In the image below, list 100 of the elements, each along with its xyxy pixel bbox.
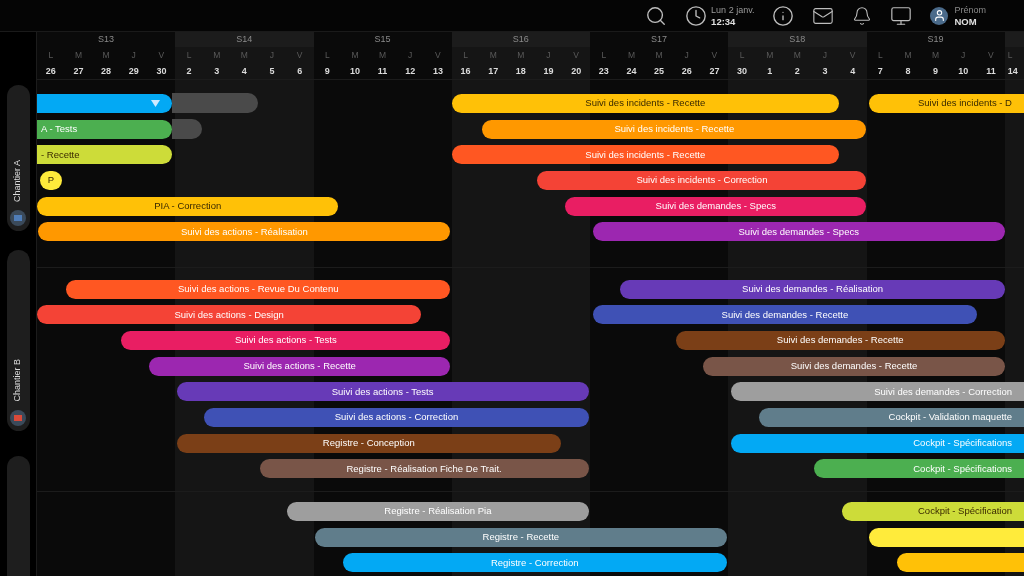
weekday-letter: M [489, 49, 497, 62]
task-bar[interactable]: Suivi des actions - Tests [176, 382, 589, 402]
task-bar[interactable]: Suivi des incidents - Recette [451, 94, 839, 113]
avatar[interactable] [930, 6, 949, 25]
weekday-letter: J [822, 49, 828, 62]
weekday-letter: M [74, 49, 82, 62]
weekday-letter: M [379, 49, 387, 62]
monitor-icon[interactable] [890, 4, 913, 27]
user-last-name: NOM [954, 15, 978, 27]
day-number: 26 [45, 65, 56, 78]
weekday-letter: L [601, 49, 607, 62]
day-number: 4 [850, 65, 856, 78]
weekday-letter: V [849, 49, 856, 62]
day-number: 30 [737, 65, 748, 78]
weekday-letter: V [296, 49, 303, 62]
section-tab[interactable]: Chantier B [6, 250, 30, 431]
weekday-letter: M [240, 49, 248, 62]
weekday-letter: J [684, 49, 689, 62]
weekday-letter: J [131, 49, 136, 62]
day-number: 12 [405, 65, 416, 78]
day-number: 3 [214, 65, 220, 78]
task-bar[interactable]: - Recette [37, 145, 173, 165]
day-number: 6 [297, 65, 303, 78]
day-number: 10 [958, 65, 969, 78]
day-number: 2 [186, 65, 192, 78]
day-number: 30 [156, 65, 167, 78]
week-header: S19 [926, 32, 945, 46]
day-number: 19 [543, 65, 554, 78]
day-number: 26 [681, 65, 692, 78]
day-number: 24 [626, 65, 637, 78]
weekday-letter: J [961, 49, 966, 62]
day-number: 14 [1007, 65, 1018, 78]
day-number: 3 [822, 65, 828, 78]
task-bar[interactable]: Registre - Réalisation Fiche De Trait. [259, 459, 589, 479]
weekday-letter: M [351, 49, 359, 62]
weekday-letter: J [269, 49, 275, 62]
weekday-letter: M [102, 49, 110, 62]
weekday-letter: L [877, 49, 883, 62]
task-bar[interactable]: Suivi des actions - Design [37, 305, 422, 325]
week-header: S17 [650, 32, 669, 46]
weekday-letter: M [517, 49, 525, 62]
weekday-letter: M [655, 49, 663, 62]
task-bar[interactable]: Suivi des incidents - Recette [451, 145, 839, 165]
week-header: S16 [451, 32, 590, 47]
clock-icon [685, 4, 708, 27]
weekday-letter: M [932, 49, 940, 62]
weekday-letter: M [627, 49, 635, 62]
weekday-letter: L [324, 49, 330, 62]
weekday-letter: M [793, 49, 801, 62]
day-number: 20 [571, 65, 582, 78]
day-number: 27 [709, 65, 720, 78]
weekday-letter: V [158, 49, 165, 62]
day-number: 2 [794, 65, 800, 78]
day-number: 5 [269, 65, 275, 78]
search-icon[interactable] [645, 4, 668, 27]
section-label: Chantier B [11, 359, 24, 402]
day-number: 11 [377, 65, 388, 78]
bell-icon[interactable] [852, 5, 873, 26]
week-header: S15 [373, 32, 392, 46]
date-text: Lun 2 janv. [711, 4, 755, 16]
week-header: S13 [97, 32, 116, 46]
day-number: 9 [324, 65, 330, 78]
day-number: 11 [986, 65, 996, 78]
info-icon[interactable] [772, 4, 795, 27]
weekday-letter: V [988, 49, 994, 62]
weekday-letter: L [48, 49, 54, 62]
day-number: 29 [128, 65, 139, 78]
day-number: 9 [933, 65, 939, 78]
task-bar[interactable]: Suivi des incidents - D [869, 94, 1024, 113]
weekday-letter: M [766, 49, 774, 62]
day-number: 16 [460, 65, 471, 78]
week-header: S14 [175, 32, 314, 47]
day-number: 28 [101, 65, 112, 78]
section-label: Chantier A [11, 160, 24, 203]
time-text: 12:34 [711, 15, 737, 27]
user-first-name: Prénom [954, 4, 986, 16]
task-bar[interactable]: Suivi des demandes - Recette [592, 305, 978, 325]
weekday-letter: L [463, 49, 468, 62]
weekday-letter: J [546, 49, 551, 62]
task-bar[interactable]: Suivi des incidents - Correction [537, 171, 867, 191]
day-number: 23 [598, 65, 609, 78]
day-number: 13 [432, 65, 443, 78]
day-number: 4 [241, 65, 247, 78]
day-number: 25 [654, 65, 665, 78]
day-number: 27 [73, 65, 84, 78]
day-number: 1 [767, 65, 773, 78]
weekday-letter: M [904, 49, 912, 62]
task-bar[interactable]: Suivi des demandes - Specs [592, 222, 1005, 242]
day-number: 17 [488, 65, 499, 78]
weekday-letter: J [408, 49, 413, 62]
day-number: 18 [515, 65, 526, 78]
day-number: 7 [877, 65, 883, 78]
task-bar[interactable] [896, 553, 1024, 573]
weekday-letter: V [711, 49, 718, 62]
section-tab[interactable]: Chantier A [6, 84, 30, 232]
week-header: S18 [728, 32, 867, 47]
day-number: 8 [905, 65, 911, 78]
weekday-letter: V [435, 49, 441, 62]
day-number: 10 [349, 65, 360, 78]
weekday-letter: M [213, 49, 221, 62]
